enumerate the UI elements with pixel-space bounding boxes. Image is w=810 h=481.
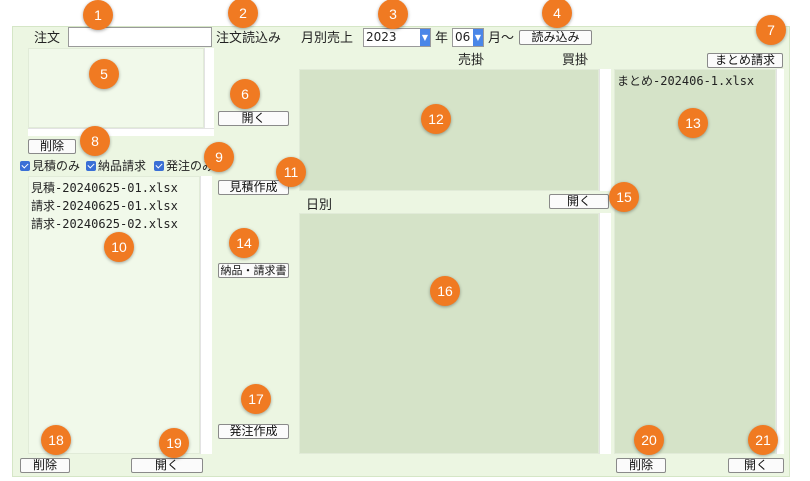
marker-badge: 5 xyxy=(89,59,119,89)
marker-badge: 8 xyxy=(80,126,110,156)
marker-badge: 4 xyxy=(542,0,572,28)
load-button[interactable]: 読み込み xyxy=(519,30,592,45)
marker-badge: 20 xyxy=(634,425,664,455)
order-load-button[interactable]: 注文読込み xyxy=(216,31,281,47)
summary-delete-button[interactable]: 削除 xyxy=(616,458,666,473)
filter-quote-only[interactable]: 見積のみ xyxy=(20,159,80,173)
order-list-scrollbar-v[interactable] xyxy=(204,48,214,128)
summary-invoice-button[interactable]: まとめ請求 xyxy=(707,53,783,68)
file-item[interactable]: 請求-20240625-01.xlsx xyxy=(29,197,199,215)
monthly-sales-grid[interactable] xyxy=(299,69,599,191)
month-unit: 月〜 xyxy=(488,31,515,46)
checkbox-checked-icon xyxy=(20,161,30,171)
marker-badge: 2 xyxy=(228,0,258,28)
file-list[interactable]: 見積-20240625-01.xlsx 請求-20240625-01.xlsx … xyxy=(28,176,200,454)
month-select[interactable]: 06 ▼ xyxy=(452,28,484,47)
create-purchase-order-button[interactable]: 発注作成 xyxy=(218,424,289,439)
marker-badge: 14 xyxy=(229,228,259,258)
payable-label: 買掛 xyxy=(562,53,589,68)
summary-list-scrollbar[interactable] xyxy=(776,69,784,454)
year-select[interactable]: 2023 ▼ xyxy=(363,28,431,47)
summary-file-item[interactable]: まとめ-202406-1.xlsx xyxy=(615,72,775,90)
marker-badge: 7 xyxy=(756,15,786,45)
chevron-down-icon: ▼ xyxy=(420,29,430,46)
file-item[interactable]: 請求-20240625-02.xlsx xyxy=(29,215,199,233)
marker-badge: 12 xyxy=(421,104,451,134)
year-value: 2023 xyxy=(366,30,397,44)
marker-badge: 6 xyxy=(230,79,260,109)
file-list-scrollbar[interactable] xyxy=(200,176,212,454)
chevron-down-icon: ▼ xyxy=(473,29,483,46)
marker-badge: 16 xyxy=(430,276,460,306)
order-input[interactable] xyxy=(68,27,212,47)
marker-badge: 13 xyxy=(678,108,708,138)
delivery-invoice-button[interactable]: 納品・請求書 xyxy=(218,263,289,278)
marker-badge: 21 xyxy=(748,425,778,455)
file-delete-button[interactable]: 削除 xyxy=(20,458,70,473)
checkbox-checked-icon xyxy=(86,161,96,171)
daily-label: 日別 xyxy=(306,198,333,213)
order-list[interactable] xyxy=(28,48,204,128)
filter-delivery-invoice[interactable]: 納品請求 xyxy=(86,159,146,173)
create-quote-button[interactable]: 見積作成 xyxy=(218,180,289,195)
marker-badge: 18 xyxy=(41,425,71,455)
order-label: 注文 xyxy=(34,31,61,46)
daily-sales-grid[interactable] xyxy=(299,213,599,454)
marker-badge: 15 xyxy=(609,182,639,212)
marker-badge: 10 xyxy=(104,232,134,262)
monthly-sales-label: 月別売上 xyxy=(301,31,354,46)
marker-badge: 19 xyxy=(159,428,189,458)
year-unit: 年 xyxy=(435,31,449,46)
marker-badge: 1 xyxy=(83,0,113,30)
marker-badge: 11 xyxy=(276,157,306,187)
sales-open-button[interactable]: 開く xyxy=(549,194,609,209)
order-delete-button[interactable]: 削除 xyxy=(28,139,76,154)
summary-open-button[interactable]: 開く xyxy=(728,458,784,473)
order-open-button[interactable]: 開く xyxy=(218,111,289,126)
monthly-sales-scrollbar[interactable] xyxy=(599,69,611,191)
receivable-label: 売掛 xyxy=(458,53,485,68)
daily-sales-scrollbar[interactable] xyxy=(599,213,611,454)
file-open-button[interactable]: 開く xyxy=(131,458,203,473)
month-value: 06 xyxy=(455,30,471,44)
checkbox-checked-icon xyxy=(154,161,164,171)
order-list-scrollbar-h[interactable] xyxy=(28,128,214,136)
file-item[interactable]: 見積-20240625-01.xlsx xyxy=(29,179,199,197)
marker-badge: 3 xyxy=(378,0,408,29)
marker-badge: 17 xyxy=(241,384,271,414)
marker-badge: 9 xyxy=(204,142,234,172)
